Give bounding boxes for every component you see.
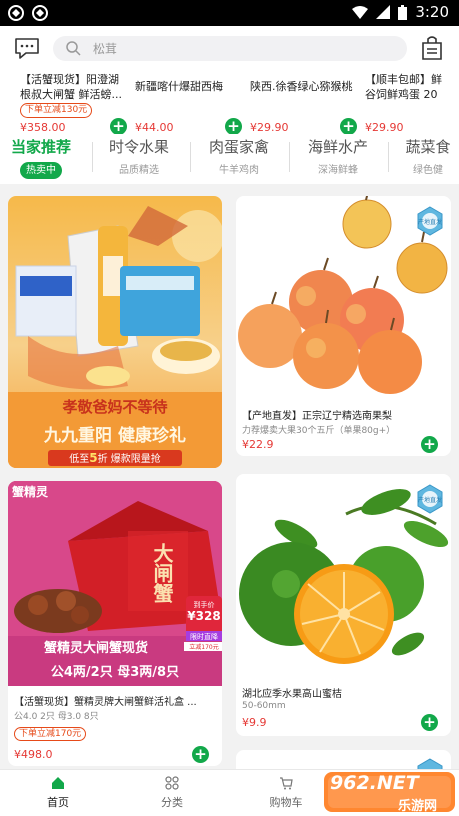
discount-badge: 下单立减170元 (14, 727, 87, 741)
tab-meat-eggs[interactable]: 肉蛋家禽 牛羊鸡肉 (190, 136, 288, 184)
origin-direct-badge-icon: 产地直发 (417, 484, 443, 514)
banner-ribbon-pre: 低至 (69, 454, 90, 465)
banner-ribbon: 低至5折 爆款限量抢 (48, 450, 182, 466)
strip-product-price: ¥44.00 (135, 121, 174, 134)
banner-ribbon-post: 折 爆款限量抢 (97, 454, 161, 465)
message-icon[interactable] (14, 37, 40, 59)
search-placeholder: 松茸 (93, 42, 118, 56)
battery-icon (398, 4, 408, 20)
product-desc: 力荐爆卖大果30个五斤（单果80g+） (242, 426, 396, 436)
header-bar: 松茸 (0, 26, 459, 70)
tab-seasonal-fruit[interactable]: 时令水果 品质精选 (90, 136, 188, 184)
featured-strip: 【活蟹现货】阳澄湖 根叔大闸蟹 鲜活螃... 下单立减130元 ¥358.00 … (0, 70, 459, 134)
tab-subtitle: 绿色健 (413, 165, 443, 176)
category-icon (165, 776, 179, 790)
strip-product[interactable]: 陕西.徐香绿心猕猴桃 ¥29.90 + (230, 70, 357, 134)
tab-title: 时令水果 (108, 138, 169, 156)
product-name: 湖北应季水果高山蜜桔 (242, 689, 342, 700)
strip-product-name: 根叔大闸蟹 鲜活螃... (20, 88, 122, 101)
strip-product-name: 【顺丰包邮】鲜 (365, 73, 442, 86)
strip-product-price: ¥358.00 (20, 121, 66, 134)
banner-subheadline: 九九重阳 健康珍礼 (44, 426, 186, 446)
origin-badge-label: 产地直发 (418, 496, 442, 504)
search-icon (66, 41, 81, 56)
tab-title: 肉蛋家禽 (208, 138, 269, 156)
strip-product[interactable]: 新疆喀什爆甜西梅 ¥44.00 + (115, 70, 242, 134)
strip-product-name: 新疆喀什爆甜西梅 (135, 80, 223, 93)
add-to-cart-button[interactable]: + (192, 746, 209, 763)
nav-label: 购物车 (269, 796, 303, 809)
product-card[interactable]: 蟹精灵 大闸蟹 到手价 ¥328 限时直降 立减170元 蟹精灵大闸蟹现货 公4… (8, 481, 222, 766)
origin-direct-badge-icon: 产地直发 (417, 206, 443, 236)
nav-label: 分类 (161, 796, 183, 809)
promo-banner[interactable]: 孝敬爸妈不等待 九九重阳 健康珍礼 低至5折 爆款限量抢 (8, 196, 222, 468)
tab-title: 当家推荐 (10, 138, 71, 156)
product-price: ¥9.9 (242, 716, 267, 729)
promo-tag-strip: 限时直降 (190, 633, 218, 641)
product-card[interactable]: 产地直发 湖北应季水果高山蜜桔 50-60mm ¥9.9 + (236, 474, 451, 736)
add-to-cart-button[interactable]: + (421, 436, 438, 453)
tab-subtitle: 深海鲜蜂 (318, 165, 358, 176)
promo-spec: 公4两/2只 母3两/8只 (50, 665, 180, 680)
cart-icon (280, 777, 293, 790)
search-bar[interactable]: 松茸 (53, 36, 407, 61)
strip-product-price: ¥29.90 (365, 121, 404, 134)
product-desc: 50-60mm (242, 701, 286, 711)
tab-subtitle: 品质精选 (119, 165, 159, 176)
tab-subtitle: 牛羊鸡肉 (219, 165, 259, 176)
nav-cart[interactable]: 购物车 (246, 776, 326, 810)
add-to-cart-button[interactable]: + (421, 714, 438, 731)
product-desc: 公4.0 2只 母3.0 8只 (14, 712, 99, 722)
watermark-sub: 乐游网 (398, 799, 438, 814)
watermark-brand: 962.NET (330, 772, 419, 794)
wifi-icon (352, 6, 369, 19)
strip-product[interactable]: 【顺丰包邮】鲜 谷饲鲜鸡蛋 20 ¥29.90 (345, 70, 459, 134)
tab-recommend[interactable]: 当家推荐 热卖中 (0, 136, 90, 184)
promo-tag-bottom: 立减170元 (184, 642, 222, 651)
category-tabs: 当家推荐 热卖中 时令水果 品质精选 肉蛋家禽 牛羊鸡肉 海鲜水产 深海鲜蜂 蔬… (0, 134, 459, 184)
strip-product[interactable]: 【活蟹现货】阳澄湖 根叔大闸蟹 鲜活螃... 下单立减130元 ¥358.00 … (0, 70, 127, 134)
banner-headline: 孝敬爸妈不等待 (62, 398, 168, 416)
site-watermark: 962.NET 乐游网 (322, 770, 457, 814)
tab-title: 海鲜水产 (307, 138, 368, 156)
strip-product-name: 陕西.徐香绿心猕猴桃 (250, 80, 353, 93)
home-icon (52, 777, 64, 789)
promo-slogan: 蟹精灵大闸蟹现货 (43, 641, 148, 656)
nav-home[interactable]: 首页 (18, 776, 98, 810)
promo-box-text: 大闸蟹 (150, 543, 174, 603)
status-time: 3:20 (415, 3, 449, 21)
nav-label: 首页 (47, 796, 69, 809)
tab-title: 蔬菜食 (405, 138, 451, 156)
notification-icon (8, 5, 24, 21)
nav-category[interactable]: 分类 (132, 776, 212, 810)
app-screen: 3:20 松茸 【活蟹现货】阳澄湖 根叔大闸蟹 鲜活螃... 下单立减130元 … (0, 0, 459, 816)
tab-seafood[interactable]: 海鲜水产 深海鲜蜂 (289, 136, 387, 184)
shopping-bag-icon[interactable] (420, 35, 444, 61)
promo-tag-price: ¥328 (187, 609, 221, 623)
banner-ribbon-number: 5 (89, 451, 98, 465)
strip-product-price: ¥29.90 (250, 121, 289, 134)
product-price: ¥498.0 (14, 748, 53, 761)
status-bar: 3:20 (0, 0, 459, 26)
notification-icon (32, 5, 48, 21)
product-card[interactable]: 产地直发 【产地直发】正宗辽宁精选南果梨 力荐爆卖大果30个五斤（单果80g+）… (236, 196, 451, 456)
strip-product-name: 谷饲鲜鸡蛋 20 (365, 88, 438, 101)
tab-subtitle: 热卖中 (20, 162, 62, 179)
strip-product-name: 【活蟹现货】阳澄湖 (20, 73, 119, 86)
product-name: 【产地直发】正宗辽宁精选南果梨 (242, 411, 392, 422)
signal-icon (376, 5, 391, 19)
promo-brand: 蟹精灵 (12, 485, 49, 499)
product-price: ¥22.9 (242, 438, 274, 451)
discount-badge: 下单立减130元 (20, 103, 93, 118)
product-name: 【活蟹现货】蟹精灵牌大闸蟹鲜活礼盒 ... (14, 697, 197, 708)
tab-vegetables[interactable]: 蔬菜食 绿色健 (388, 136, 459, 184)
origin-badge-label: 产地直发 (418, 218, 442, 226)
